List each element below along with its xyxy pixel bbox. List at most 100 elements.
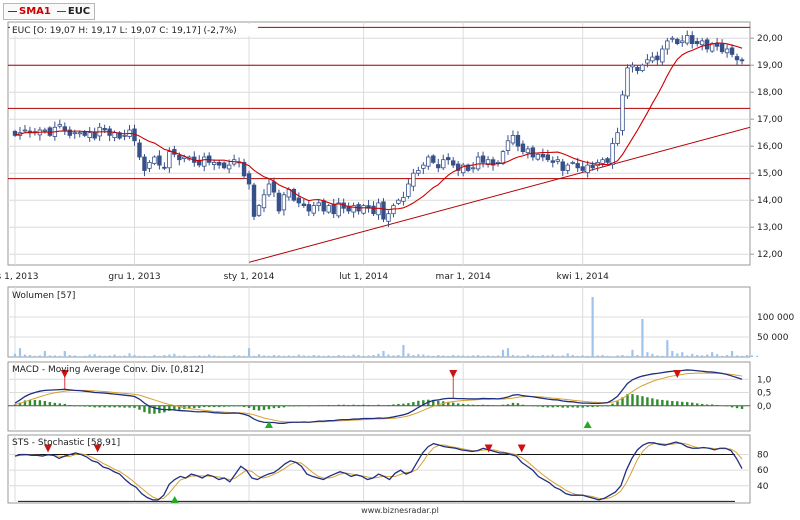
candle-body xyxy=(560,161,565,171)
volume-bar xyxy=(292,355,295,357)
macd-histogram-bar xyxy=(611,403,614,406)
macd-histogram-bar xyxy=(511,402,515,406)
macd-histogram-bar xyxy=(93,405,96,408)
candle-body xyxy=(177,154,182,161)
volume-bar xyxy=(123,355,126,357)
volume-bar xyxy=(312,355,315,357)
volume-bar xyxy=(357,355,360,357)
volume-bar xyxy=(561,355,564,357)
footer-watermark: www.biznesradar.pl xyxy=(361,506,439,515)
volume-bar xyxy=(681,352,684,357)
volume-bar xyxy=(621,355,624,357)
macd-histogram-bar xyxy=(237,405,241,407)
price-y-tick-label: 20,00 xyxy=(757,34,783,44)
macd-histogram-bar xyxy=(671,401,674,406)
macd-histogram-bar xyxy=(571,405,574,408)
macd-histogram-bar xyxy=(242,405,246,408)
candle-body xyxy=(550,160,555,163)
volume-bar xyxy=(228,356,231,357)
macd-histogram-bar xyxy=(302,405,306,407)
macd-histogram-bar xyxy=(382,405,385,406)
volume-bar xyxy=(18,348,22,357)
candle-body xyxy=(306,204,311,212)
macd-histogram-bar xyxy=(516,403,520,406)
volume-bar xyxy=(711,352,714,357)
candle-body xyxy=(655,55,660,61)
volume-bar xyxy=(740,355,744,357)
macd-histogram-bar xyxy=(705,404,709,406)
price-panel-frame xyxy=(7,21,751,266)
macd-histogram-bar xyxy=(43,401,47,406)
candle-body xyxy=(271,181,277,193)
macd-histogram-bar xyxy=(357,404,360,406)
macd-histogram-bar xyxy=(312,405,315,407)
volume-bar xyxy=(332,355,335,357)
stochastic-y-tick-label: 80 xyxy=(757,451,769,461)
volume-bar xyxy=(407,353,410,357)
macd-histogram-bar xyxy=(407,403,410,406)
volume-bar xyxy=(417,354,420,357)
volume-bar xyxy=(521,355,525,357)
macd-histogram-bar xyxy=(392,404,395,406)
candle-body xyxy=(446,157,451,161)
volume-bar xyxy=(58,355,61,357)
candle-body xyxy=(87,132,92,138)
volume-bar xyxy=(526,354,529,357)
volume-bar xyxy=(397,355,400,357)
macd-y-tick-label: 0,0 xyxy=(757,402,772,412)
macd-histogram-bar xyxy=(556,405,559,408)
volume-bar xyxy=(541,355,544,357)
volume-bar xyxy=(143,355,146,357)
candle-body xyxy=(724,48,730,54)
macd-histogram-bar xyxy=(88,405,91,407)
volume-bar xyxy=(616,355,619,357)
candle-body xyxy=(680,40,685,43)
candle-body xyxy=(396,199,401,204)
candle-body xyxy=(605,158,610,163)
volume-bar xyxy=(725,355,729,357)
candle-body xyxy=(470,167,476,170)
candle-body xyxy=(211,161,217,165)
volume-bar xyxy=(13,353,17,357)
macd-histogram-bar xyxy=(98,405,101,408)
macd-histogram-bar xyxy=(118,405,121,408)
candle-body xyxy=(386,213,391,222)
candle-body xyxy=(451,160,456,166)
volume-bar xyxy=(128,353,131,357)
volume-bar xyxy=(472,355,475,357)
macd-histogram-bar xyxy=(362,404,365,406)
volume-bar xyxy=(730,351,734,357)
volume-bar xyxy=(272,355,276,357)
candle-body xyxy=(575,163,580,169)
macd-histogram-bar xyxy=(28,399,32,406)
candle-body xyxy=(505,140,511,151)
stochastic-panel-title: STS - Stochastic [58,91] xyxy=(12,438,120,448)
candle-body xyxy=(162,166,167,169)
volume-bar xyxy=(506,348,510,357)
candle-body xyxy=(620,94,625,131)
candle-body xyxy=(296,197,302,204)
candle-body xyxy=(147,161,152,169)
volume-bar xyxy=(671,351,674,357)
volume-bar xyxy=(566,353,569,357)
macd-histogram-bar xyxy=(461,403,465,406)
volume-bar xyxy=(98,355,101,357)
candle-body xyxy=(411,172,416,187)
volume-bar xyxy=(576,355,579,357)
candle-body xyxy=(92,132,97,139)
candle-body xyxy=(699,40,705,46)
volume-bar xyxy=(382,351,385,357)
price-panel-title: EUC [O: 19,07 H: 19,17 L: 19,07 C: 19,17… xyxy=(12,26,237,36)
volume-bar xyxy=(322,355,325,357)
macd-histogram-bar xyxy=(282,405,286,408)
candle-body xyxy=(441,159,446,169)
volume-bar xyxy=(43,351,46,357)
price-y-tick-label: 14,00 xyxy=(757,196,783,206)
volume-y-tick-label: 50 000 xyxy=(757,333,789,343)
candle-body xyxy=(112,132,117,138)
macd-histogram-bar xyxy=(332,405,335,406)
macd-histogram-bar xyxy=(486,404,490,406)
volume-bar xyxy=(676,353,679,357)
macd-histogram-bar xyxy=(681,401,684,406)
macd-histogram-bar xyxy=(561,405,564,408)
